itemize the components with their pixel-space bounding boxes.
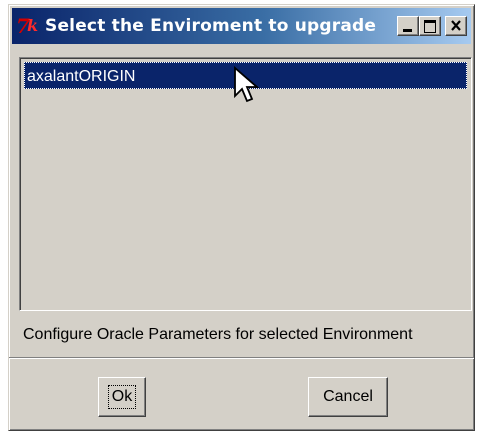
maximize-button[interactable]: [419, 16, 441, 36]
close-icon: [451, 20, 461, 31]
window-title: Select the Enviroment to upgrade: [45, 16, 377, 36]
close-button[interactable]: [445, 16, 467, 36]
maximize-icon: [424, 20, 436, 33]
ok-button-label: Ok: [107, 385, 137, 409]
ok-button[interactable]: Ok: [98, 377, 146, 417]
mouse-cursor-icon: [234, 66, 260, 103]
minimize-button[interactable]: [397, 16, 419, 36]
minimize-icon: [403, 29, 412, 32]
cancel-button[interactable]: Cancel: [308, 377, 388, 417]
separator: [9, 357, 474, 359]
dialog-window: 7k Select the Enviroment to upgrade axal…: [8, 4, 475, 431]
tk-feather-icon[interactable]: 7k: [16, 14, 42, 38]
title-bar[interactable]: 7k Select the Enviroment to upgrade: [12, 8, 471, 44]
status-label: Configure Oracle Parameters for selected…: [23, 326, 413, 343]
